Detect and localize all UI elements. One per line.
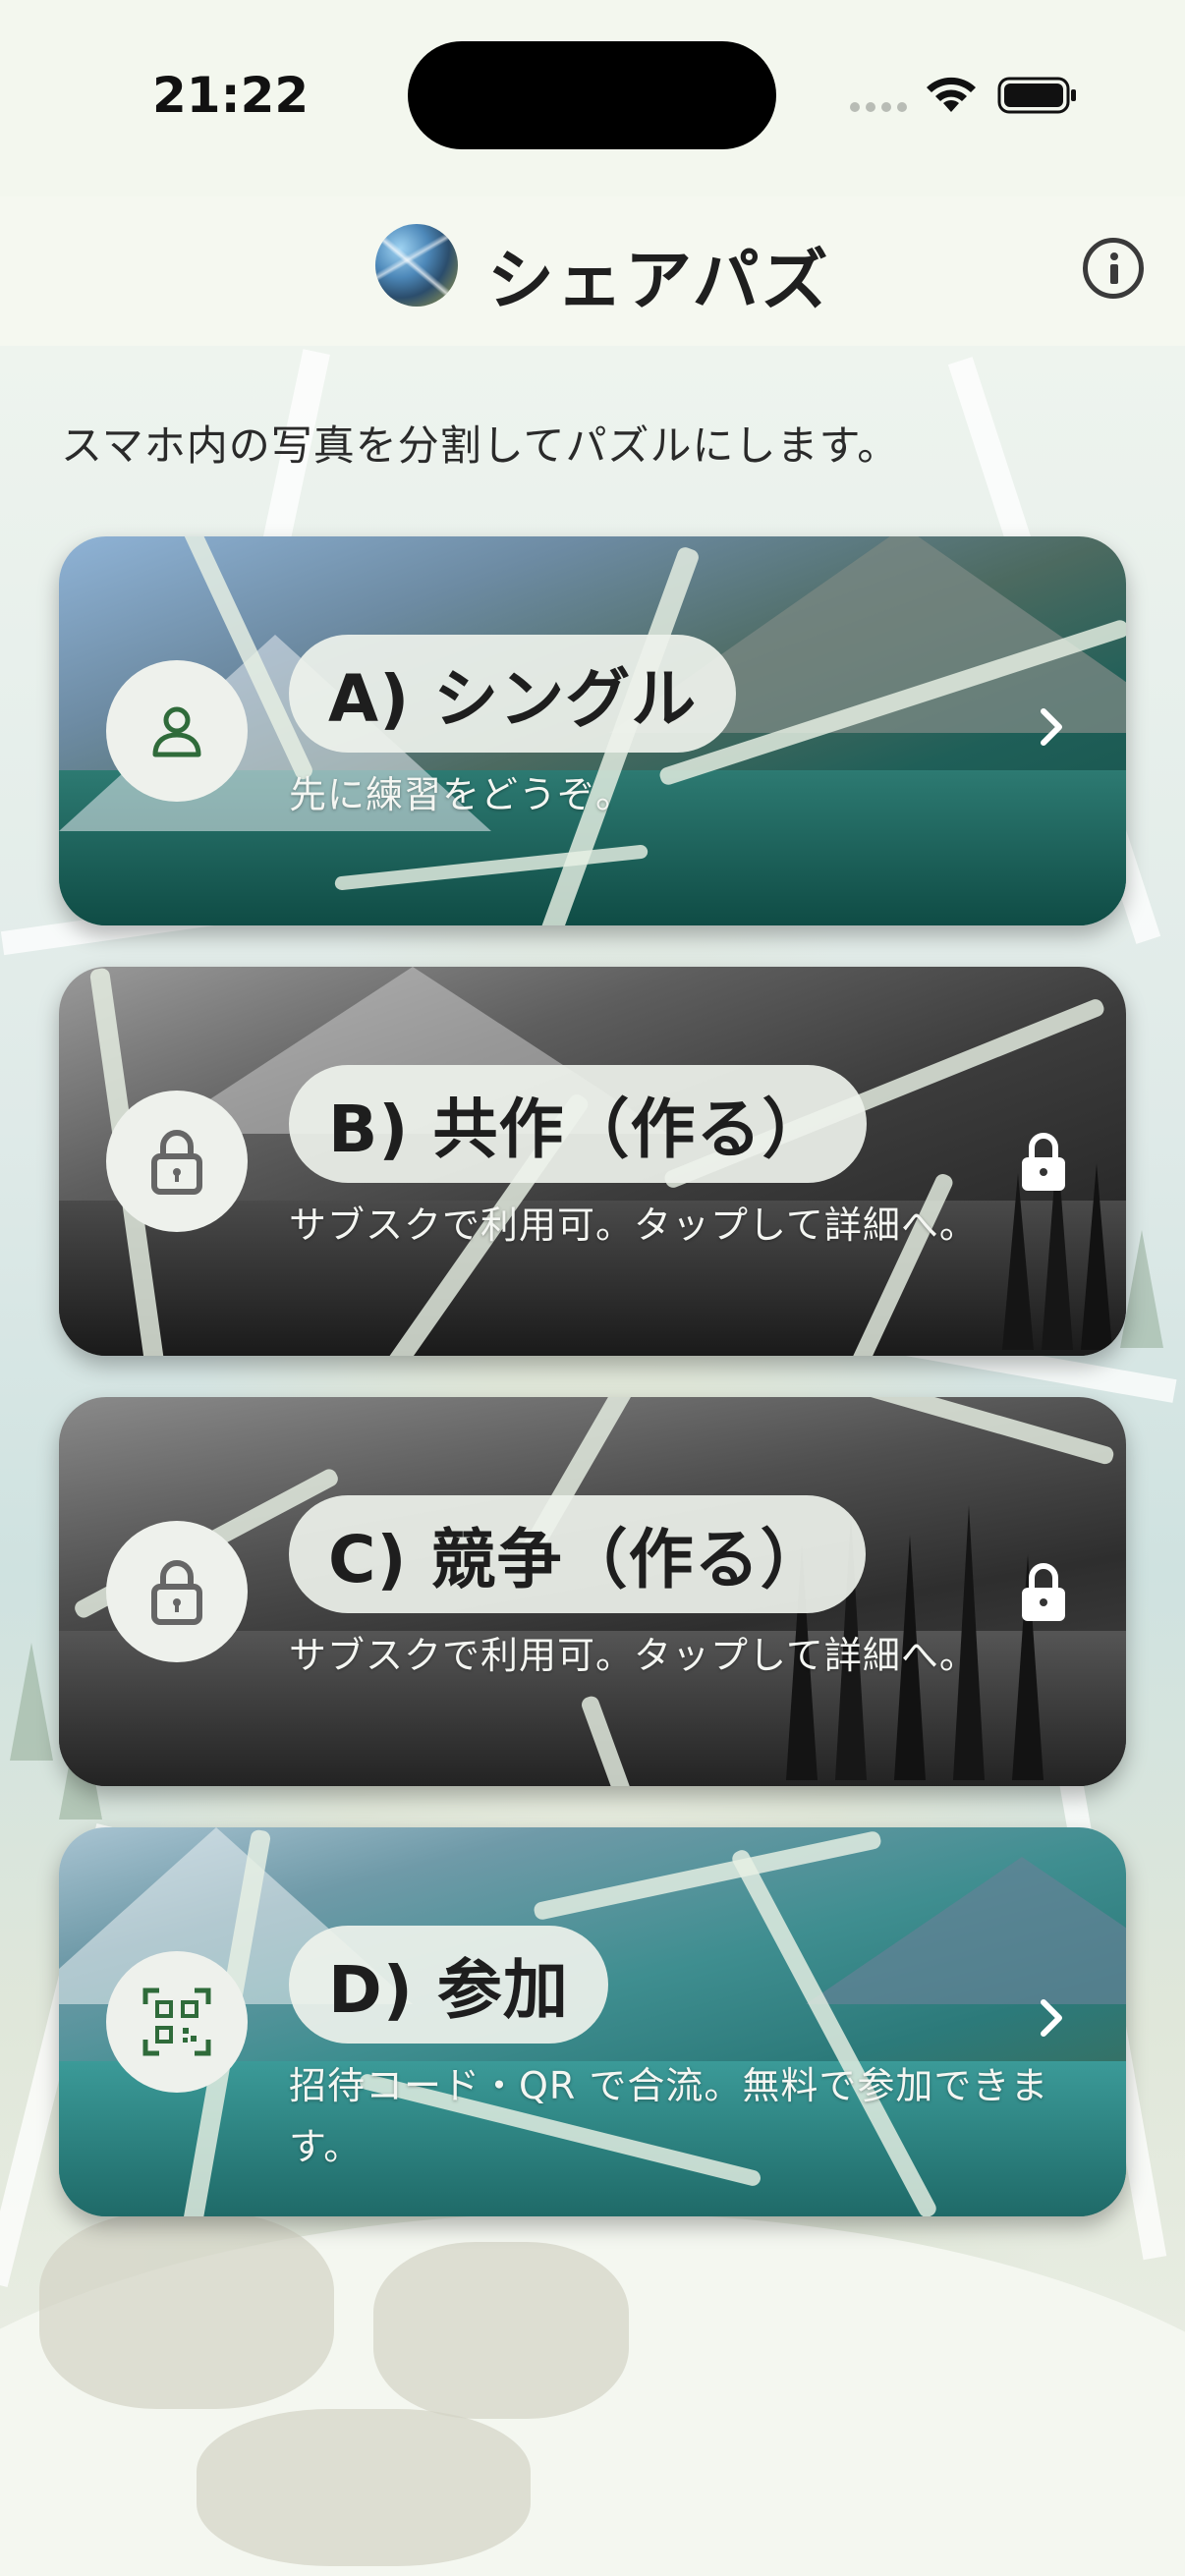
card-title: C) 競争（作る） <box>289 1495 866 1613</box>
card-subtitle: 招待コード・QR で合流。無料で参加できます。 <box>289 2064 1049 2168</box>
mode-card-single[interactable]: A) シングル 先に練習をどうぞ。 <box>59 536 1126 925</box>
person-icon <box>152 706 201 757</box>
chevron-right-icon <box>1041 1999 1062 2037</box>
battery-icon <box>997 77 1076 114</box>
card-icon-qr <box>106 1951 248 2093</box>
chevron-right-icon <box>1041 708 1062 746</box>
card-icon-lock <box>106 1521 248 1662</box>
card-title: D) 参加 <box>289 1926 608 2044</box>
lock-icon <box>151 1130 202 1195</box>
card-icon-lock <box>106 1091 248 1232</box>
app-logo <box>375 224 458 307</box>
lock-icon <box>1022 1563 1065 1621</box>
info-icon <box>1110 252 1118 260</box>
card-subtitle: サブスクで利用可。タップして詳細へ。 <box>289 1204 978 1247</box>
dynamic-island <box>408 41 776 149</box>
lock-icon <box>151 1560 202 1625</box>
app-title: シェアパズ <box>487 243 830 320</box>
mode-card-collab[interactable]: B) 共作（作る） サブスクで利用可。タップして詳細へ。 <box>59 967 1126 1356</box>
card-subtitle: サブスクで利用可。タップして詳細へ。 <box>289 1634 978 1677</box>
status-bar: 21:22 <box>0 0 1185 196</box>
mode-card-join[interactable]: D) 参加 招待コード・QR で合流。無料で参加できます。 <box>59 1827 1126 2216</box>
wifi-icon <box>927 77 976 112</box>
status-time: 21:22 <box>152 67 310 124</box>
intro-text: スマホ内の写真を分割してパズルにします。 <box>61 421 900 470</box>
info-button[interactable] <box>1083 238 1144 299</box>
card-icon-person <box>106 660 248 802</box>
cellular-signal-icon <box>850 102 907 112</box>
card-title: A) シングル <box>289 635 737 753</box>
mode-card-compete[interactable]: C) 競争（作る） サブスクで利用可。タップして詳細へ。 <box>59 1397 1126 1786</box>
lock-icon <box>1022 1133 1065 1191</box>
qr-scan-icon <box>142 1988 211 2056</box>
card-title: B) 共作（作る） <box>289 1065 868 1183</box>
card-subtitle: 先に練習をどうぞ。 <box>289 773 635 816</box>
